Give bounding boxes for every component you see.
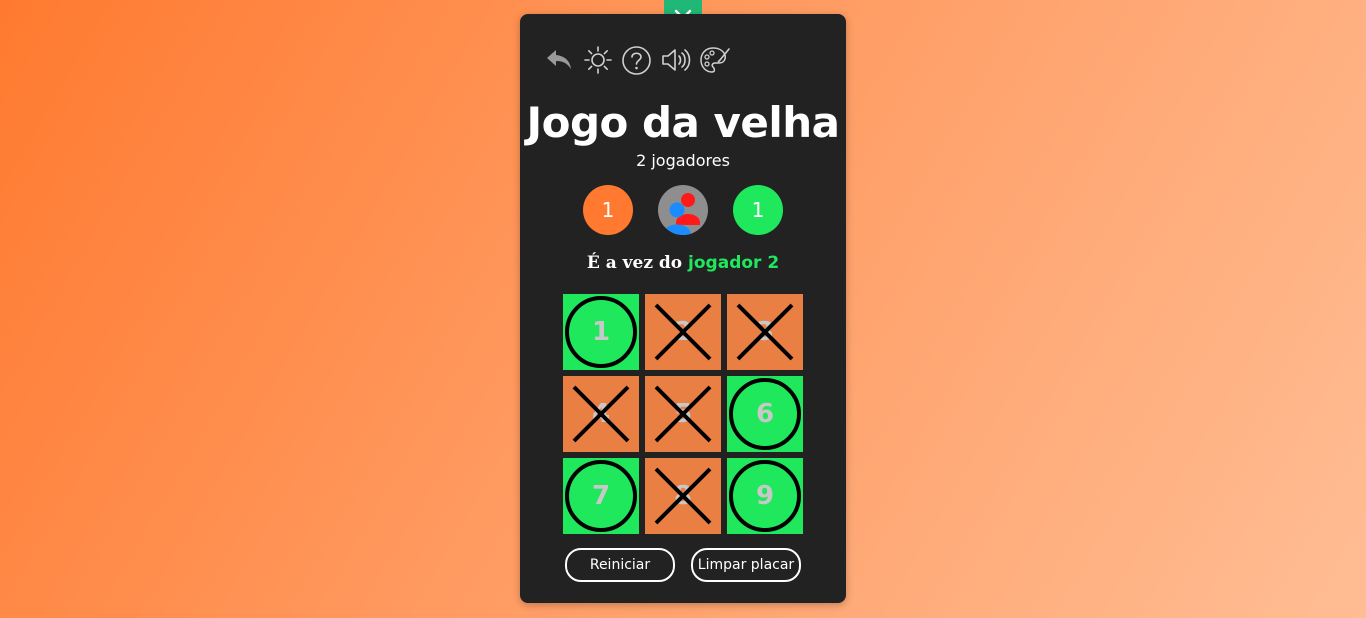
o-mark-icon (565, 460, 637, 532)
clear-score-button[interactable]: Limpar placar (691, 548, 801, 582)
x-mark-icon (572, 385, 630, 443)
two-players-icon (663, 193, 700, 235)
help-icon (622, 45, 651, 75)
players-mode-button[interactable] (658, 185, 708, 235)
brightness-icon (583, 46, 612, 74)
board-cell-2[interactable]: 2 (645, 294, 721, 370)
x-mark-icon (654, 467, 712, 525)
o-mark-icon (729, 378, 801, 450)
game-panel: Jogo da velha 2 jogadores 1 1 É a vez do… (520, 14, 846, 603)
board-cell-7[interactable]: 7 (563, 458, 639, 534)
x-mark-icon (654, 303, 712, 361)
turn-prefix: É a vez do (586, 253, 689, 273)
board-cell-3[interactable]: 3 (727, 294, 803, 370)
sound-button[interactable] (659, 44, 692, 76)
board-cell-8[interactable]: 8 (645, 458, 721, 534)
x-mark-icon (736, 303, 794, 361)
palette-button[interactable] (698, 44, 731, 76)
restart-button[interactable]: Reiniciar (565, 548, 675, 582)
sound-icon (661, 49, 690, 71)
o-mark-icon (729, 460, 801, 532)
player1-score: 1 (583, 185, 633, 235)
x-mark-icon (654, 385, 712, 443)
game-mode-label: 2 jogadores (636, 151, 730, 170)
brightness-button[interactable] (581, 44, 614, 76)
game-title: Jogo da velha (526, 98, 840, 147)
help-button[interactable] (620, 44, 653, 76)
game-board: 123 456 789 (563, 294, 803, 534)
current-player: jogador 2 (688, 253, 780, 273)
turn-indicator: É a vez do jogador 2 (520, 253, 846, 273)
back-arrow-icon (546, 50, 571, 69)
o-mark-icon (565, 296, 637, 368)
palette-icon (699, 47, 730, 73)
board-cell-9[interactable]: 9 (727, 458, 803, 534)
toolbar (542, 44, 731, 76)
back-button[interactable] (542, 44, 575, 76)
board-cell-5[interactable]: 5 (645, 376, 721, 452)
player2-score: 1 (733, 185, 783, 235)
board-cell-6[interactable]: 6 (727, 376, 803, 452)
board-cell-1[interactable]: 1 (563, 294, 639, 370)
board-cell-4[interactable]: 4 (563, 376, 639, 452)
